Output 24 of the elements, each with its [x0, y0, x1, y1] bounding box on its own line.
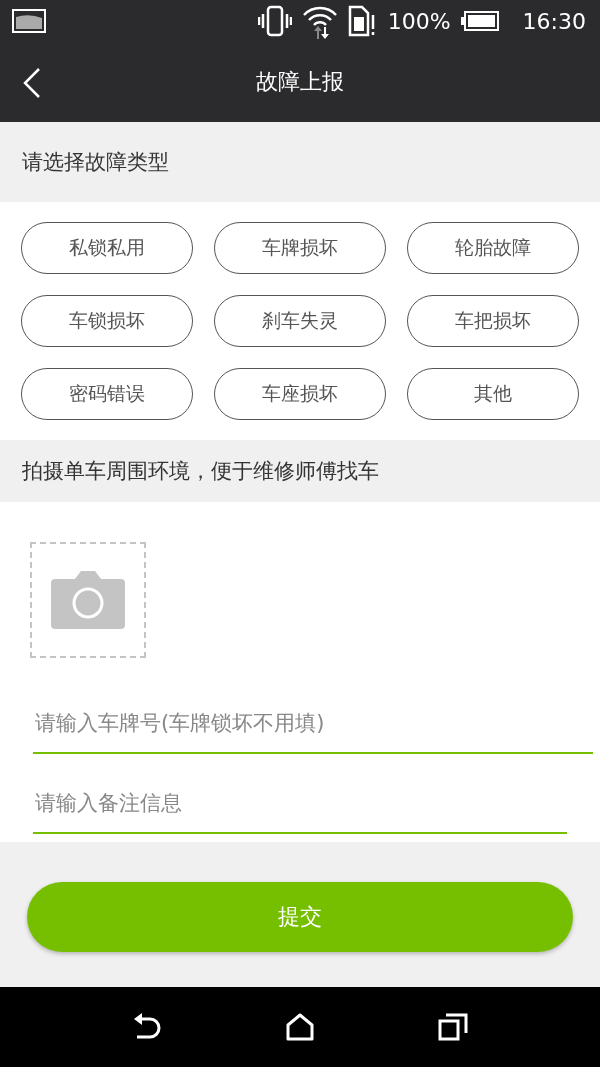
fault-type-option[interactable]: 车把损坏	[407, 295, 579, 347]
section-heading: 拍摄单车周围环境，便于维修师傅找车	[22, 458, 379, 485]
section-heading: 请选择故障类型	[22, 149, 169, 176]
fault-type-option[interactable]: 刹车失灵	[214, 295, 386, 347]
fault-type-option[interactable]: 车锁损坏	[21, 295, 193, 347]
clock: 16:30	[522, 8, 586, 34]
text-field[interactable]: 请输入车牌号(车牌锁坏不用填)	[33, 694, 593, 754]
battery-icon	[460, 11, 499, 31]
fault-type-option[interactable]: 车座损坏	[214, 368, 386, 420]
fault-type-option[interactable]: 轮胎故障	[407, 222, 579, 274]
back-icon[interactable]	[132, 1013, 162, 1041]
recent-apps-icon[interactable]	[438, 1013, 468, 1041]
fault-type-option[interactable]: 密码错误	[21, 368, 193, 420]
battery-percentage: 100%	[387, 8, 451, 34]
page-title: 故障上报	[256, 68, 344, 96]
back-icon[interactable]	[22, 67, 42, 99]
home-icon[interactable]	[286, 1013, 314, 1041]
fault-type-option[interactable]: 车牌损坏	[214, 222, 386, 274]
fault-type-option[interactable]: 其他	[407, 368, 579, 420]
fault-type-option[interactable]: 私锁私用	[21, 222, 193, 274]
gallery-icon	[12, 9, 46, 33]
camera-icon	[51, 571, 125, 629]
vibrate-icon	[257, 5, 292, 37]
text-field[interactable]: 请输入备注信息	[33, 774, 567, 834]
